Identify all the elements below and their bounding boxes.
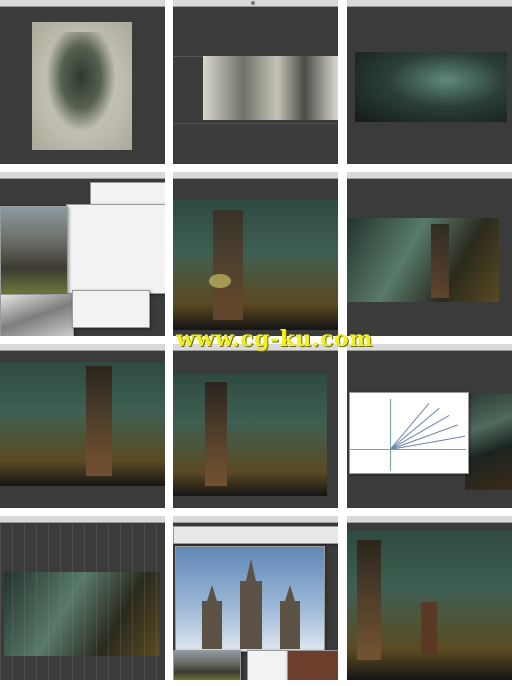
window-titlebar xyxy=(173,172,338,179)
window-wreck-photo xyxy=(0,294,74,336)
canvas-painting xyxy=(465,394,512,490)
window-titlebar xyxy=(347,172,512,179)
window-titlebar xyxy=(0,172,165,179)
window-titlebar xyxy=(347,516,512,523)
window-train-photo xyxy=(0,206,68,296)
panel-tower-detail xyxy=(0,344,165,508)
window-perspective-guide xyxy=(349,392,469,474)
window-cathedral-photo xyxy=(175,546,325,652)
watermark-text: www.cg-ku.com xyxy=(176,326,373,352)
window-toolbar xyxy=(173,526,338,544)
window-titlebar xyxy=(347,0,512,7)
panel-tower-painting-wide xyxy=(347,172,512,336)
panel-tower-detail-2 xyxy=(173,344,338,508)
window-photo-thumb xyxy=(247,650,289,680)
window-titlebar xyxy=(0,0,165,7)
window-titlebar xyxy=(173,0,338,7)
screenshot-grid: www.cg-ku.com xyxy=(0,0,512,686)
window-titlebar xyxy=(0,344,165,351)
panel-ink-sketch-portrait xyxy=(0,0,165,164)
panel-tower-painting xyxy=(173,172,338,336)
panel-teal-painting xyxy=(347,0,512,164)
canvas-painting xyxy=(347,218,499,302)
canvas-painting xyxy=(355,52,507,122)
window-painting xyxy=(66,204,165,294)
canvas-painting xyxy=(347,530,512,680)
window-photo-thumb xyxy=(287,650,338,680)
panel-ink-sketch-wide xyxy=(173,0,338,164)
canvas-ink-sketch xyxy=(32,22,132,150)
window-photo-thumb xyxy=(173,650,241,680)
canvas-painting xyxy=(0,362,165,486)
canvas-ink-sketch xyxy=(203,56,338,120)
panel-perspective-guide xyxy=(347,344,512,508)
grid-overlay xyxy=(0,522,165,680)
window-painting-small xyxy=(72,290,150,328)
canvas-painting xyxy=(173,374,327,496)
panel-cathedral-reference xyxy=(173,516,338,680)
panel-painting-grid xyxy=(0,516,165,680)
panel-final-painting xyxy=(347,516,512,680)
window-titlebar xyxy=(173,516,338,523)
canvas-painting xyxy=(173,200,338,330)
panel-reference-collage xyxy=(0,172,165,336)
